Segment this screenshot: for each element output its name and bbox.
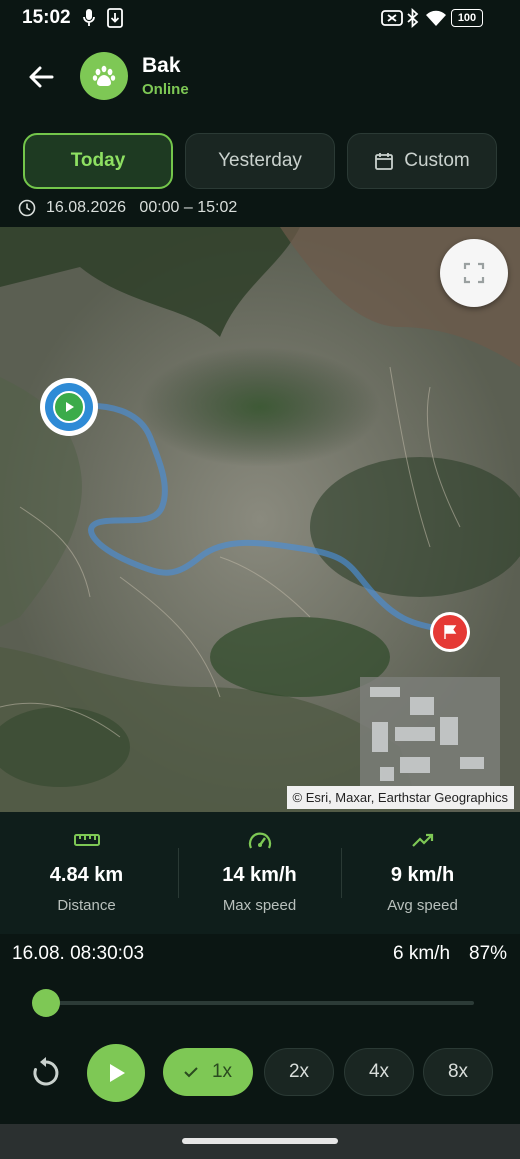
- page-title: Bak: [142, 54, 181, 77]
- replay-icon[interactable]: [28, 1055, 64, 1091]
- wifi-icon: [426, 10, 446, 26]
- route-path: [67, 402, 451, 633]
- playback-timestamp: 16.08. 08:30:03: [12, 943, 145, 964]
- chip-label: 4x: [368, 1061, 390, 1082]
- play-icon: [110, 1064, 125, 1082]
- flag-icon: [444, 625, 457, 639]
- end-marker[interactable]: [430, 612, 470, 652]
- tab-yesterday[interactable]: Yesterday: [185, 133, 335, 189]
- status-label: Online: [142, 81, 189, 98]
- tab-custom[interactable]: Custom: [347, 133, 497, 189]
- stats-panel: 4.84 km Distance 14 km/h Max speed 9 km/…: [0, 812, 520, 934]
- date-range-text: 16.08.2026 00:00 – 15:02: [46, 199, 238, 216]
- playback-slider-track[interactable]: [46, 1001, 474, 1005]
- play-icon: [66, 402, 74, 412]
- avg-speed-value: 9 km/h: [390, 864, 455, 886]
- trending-up-icon: [411, 833, 433, 847]
- stat-avg-speed: 9 km/h Avg speed: [336, 812, 509, 934]
- bluetooth-icon: [407, 8, 419, 28]
- distance-value: 4.84 km: [49, 864, 124, 886]
- stat-max-speed: 14 km/h Max speed: [173, 812, 346, 934]
- home-indicator[interactable]: [182, 1138, 338, 1144]
- no-sim-icon: [381, 10, 403, 26]
- chip-label: 2x: [288, 1061, 310, 1082]
- speed-chip-4x[interactable]: 4x: [344, 1048, 414, 1096]
- speed-chip-8x[interactable]: 8x: [423, 1048, 493, 1096]
- playback-speed: 6 km/h: [393, 943, 451, 964]
- fullscreen-button[interactable]: [440, 239, 508, 307]
- map-attribution: © Esri, Maxar, Earthstar Geographics: [286, 786, 514, 809]
- status-time: 15:02: [22, 7, 71, 28]
- download-icon: [107, 8, 123, 28]
- speedometer-icon: [248, 832, 271, 849]
- avg-speed-label: Avg speed: [387, 897, 458, 914]
- start-marker[interactable]: [40, 378, 98, 436]
- speed-chip-2x[interactable]: 2x: [264, 1048, 334, 1096]
- tab-label: Custom: [404, 150, 470, 171]
- play-button[interactable]: [87, 1044, 145, 1102]
- playback-battery: 87%: [469, 943, 508, 964]
- calendar-icon: [375, 153, 394, 170]
- max-speed-value: 14 km/h: [222, 864, 297, 886]
- back-arrow-icon[interactable]: [22, 58, 60, 96]
- battery-icon: 100: [451, 9, 483, 27]
- playback-slider-thumb[interactable]: [32, 989, 60, 1017]
- map-view[interactable]: [0, 227, 520, 812]
- max-speed-label: Max speed: [222, 897, 297, 914]
- distance-label: Distance: [57, 897, 116, 914]
- avatar: [80, 52, 128, 100]
- chip-label: 8x: [447, 1061, 469, 1082]
- tab-today[interactable]: Today: [23, 133, 173, 189]
- check-icon: [184, 1067, 198, 1078]
- clock-icon: [18, 199, 36, 217]
- chip-label: 1x: [211, 1061, 233, 1082]
- tab-label: Today: [70, 150, 126, 171]
- microphone-icon: [83, 9, 95, 26]
- battery-level: 100: [457, 12, 477, 24]
- fullscreen-icon: [463, 262, 485, 284]
- ruler-icon: [73, 834, 100, 846]
- date-range: 16.08.2026 00:00 – 15:02: [18, 199, 237, 217]
- speed-chip-1x[interactable]: 1x: [163, 1048, 253, 1096]
- tab-label: Yesterday: [218, 150, 302, 171]
- paw-icon: [92, 65, 116, 86]
- stat-distance: 4.84 km Distance: [0, 812, 173, 934]
